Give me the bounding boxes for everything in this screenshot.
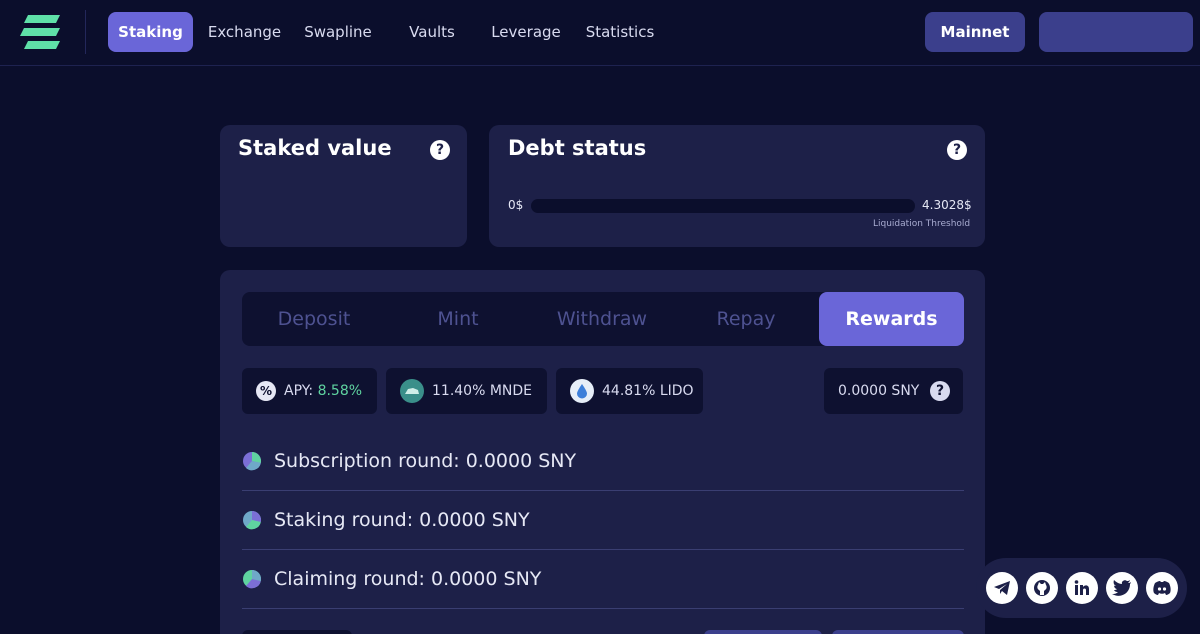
tab-mint[interactable]: Mint xyxy=(386,292,530,346)
liquidation-threshold-label: Liquidation Threshold xyxy=(873,219,971,229)
lido-badge: 44.81% LIDO xyxy=(556,368,703,414)
telegram-icon[interactable] xyxy=(986,572,1018,604)
bottom-action-button[interactable] xyxy=(704,630,822,634)
top-navbar: Staking Exchange Swapline Vaults Leverag… xyxy=(0,0,1200,66)
actions-card: Deposit Mint Withdraw Repay Rewards % AP… xyxy=(220,270,985,634)
pie-chart-icon xyxy=(243,451,262,471)
debt-progress-bar xyxy=(531,199,915,213)
action-tabs: Deposit Mint Withdraw Repay Rewards xyxy=(242,292,964,346)
staking-round-label: Staking round: 0.0000 SNY xyxy=(274,509,530,531)
percent-icon: % xyxy=(256,381,276,401)
nav-vaults[interactable]: Vaults xyxy=(396,12,468,52)
tab-repay[interactable]: Repay xyxy=(674,292,818,346)
help-icon[interactable]: ? xyxy=(947,140,967,160)
tab-withdraw[interactable]: Withdraw xyxy=(530,292,674,346)
github-icon[interactable] xyxy=(1026,572,1058,604)
bottom-left-control[interactable] xyxy=(242,630,352,634)
claiming-round-label: Claiming round: 0.0000 SNY xyxy=(274,568,542,590)
staking-round-row: Staking round: 0.0000 SNY xyxy=(242,491,964,550)
claiming-round-row: Claiming round: 0.0000 SNY xyxy=(242,550,964,609)
pie-chart-icon xyxy=(243,510,262,530)
connect-wallet-button[interactable] xyxy=(1039,12,1193,52)
pie-chart-icon xyxy=(243,569,262,589)
nav-leverage[interactable]: Leverage xyxy=(486,12,566,52)
debt-status-card: Debt status ? 0$ 4.3028$ Liquidation Thr… xyxy=(489,125,985,247)
nav-swapline[interactable]: Swapline xyxy=(298,12,378,52)
nav-exchange[interactable]: Exchange xyxy=(203,12,286,52)
bottom-action-button[interactable] xyxy=(832,630,964,634)
help-icon[interactable]: ? xyxy=(930,381,950,401)
lido-drop-icon xyxy=(570,379,594,403)
sny-balance: 0.0000 SNY xyxy=(838,383,920,399)
subscription-round-row: Subscription round: 0.0000 SNY xyxy=(242,432,964,491)
header-divider xyxy=(85,10,86,54)
synthetify-logo[interactable] xyxy=(20,13,64,51)
apy-prefix: APY: xyxy=(284,383,314,399)
debt-min-label: 0$ xyxy=(508,198,524,212)
tab-rewards[interactable]: Rewards xyxy=(819,292,964,346)
debt-max-label: 4.3028$ xyxy=(922,198,972,212)
apy-value: 8.58% xyxy=(317,383,363,399)
network-button[interactable]: Mainnet xyxy=(925,12,1025,52)
twitter-icon[interactable] xyxy=(1106,572,1138,604)
nav-statistics[interactable]: Statistics xyxy=(580,12,660,52)
lido-value: 44.81% LIDO xyxy=(602,383,694,399)
tab-deposit[interactable]: Deposit xyxy=(242,292,386,346)
discord-icon[interactable] xyxy=(1146,572,1178,604)
mnde-icon xyxy=(400,379,424,403)
sny-balance-badge: 0.0000 SNY ? xyxy=(824,368,963,414)
apy-badge: % APY: 8.58% xyxy=(242,368,377,414)
help-icon[interactable]: ? xyxy=(430,140,450,160)
subscription-round-label: Subscription round: 0.0000 SNY xyxy=(274,450,577,472)
debt-status-title: Debt status xyxy=(508,136,647,160)
linkedin-icon[interactable] xyxy=(1066,572,1098,604)
mnde-badge: 11.40% MNDE xyxy=(386,368,547,414)
mnde-value: 11.40% MNDE xyxy=(432,383,533,399)
nav-staking[interactable]: Staking xyxy=(108,12,193,52)
social-links xyxy=(976,558,1187,618)
staked-value-title: Staked value xyxy=(238,136,392,160)
staked-value-card: Staked value ? xyxy=(220,125,467,247)
